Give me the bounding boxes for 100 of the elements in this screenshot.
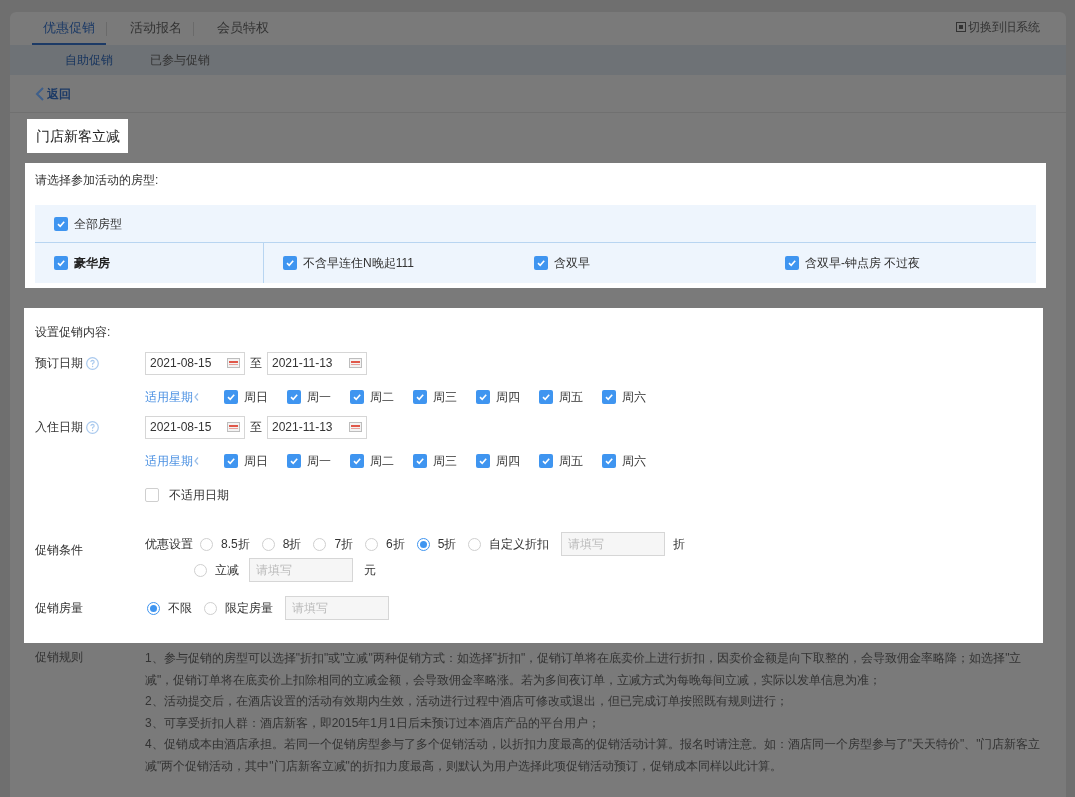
weekday-label: 周四 xyxy=(496,453,520,470)
checkbox[interactable] xyxy=(287,454,301,468)
unit-label: 折 xyxy=(673,536,686,553)
check-icon xyxy=(352,392,362,402)
checkbox[interactable] xyxy=(224,454,238,468)
rate-plan-label: 不含早连住N晚起111 xyxy=(303,255,414,272)
rate-plan-label: 含双早-钟点房 不过夜 xyxy=(805,255,921,272)
top-tab[interactable]: 活动报名 xyxy=(119,12,193,45)
checkbox[interactable] xyxy=(413,454,427,468)
checkbox[interactable] xyxy=(476,390,490,404)
checkbox[interactable] xyxy=(350,454,364,468)
radio-button[interactable] xyxy=(313,537,327,551)
section-heading: 设置促销内容: xyxy=(35,324,112,341)
date-field[interactable]: 2021-08-15 xyxy=(145,351,245,375)
sub-tab[interactable]: 自助促销 xyxy=(65,51,113,69)
radio-button[interactable] xyxy=(200,537,213,551)
weekday-label: 周一 xyxy=(307,453,331,470)
option-label: 优惠设置 xyxy=(145,536,193,553)
checkbox[interactable] xyxy=(54,256,68,270)
weekday-toggle[interactable]: 适用星期 xyxy=(145,452,224,470)
field-label: 入住日期 xyxy=(35,419,83,436)
room-name: 豪华房 xyxy=(74,255,110,272)
checkbox[interactable] xyxy=(539,454,553,468)
check-icon xyxy=(478,456,488,466)
checkbox-label: 不适用日期 xyxy=(169,487,229,504)
check-icon xyxy=(289,456,299,466)
checkbox[interactable] xyxy=(413,390,427,404)
radio-button[interactable] xyxy=(365,537,379,551)
weekday-label: 周三 xyxy=(433,453,457,470)
switch-system-link[interactable]: 切换到旧系统 xyxy=(956,12,1040,45)
radio-button[interactable] xyxy=(194,563,207,577)
field-label: 促销条件 xyxy=(35,542,84,559)
check-icon xyxy=(541,456,551,466)
checkbox[interactable] xyxy=(350,390,364,404)
check-icon xyxy=(541,392,551,402)
checkbox[interactable] xyxy=(602,454,616,468)
checkbox[interactable] xyxy=(54,216,68,231)
calendar-icon xyxy=(227,422,240,432)
weekday-label: 周六 xyxy=(622,389,646,406)
checkbox[interactable] xyxy=(145,488,159,502)
field-label: 预订日期 xyxy=(35,355,83,372)
check-icon xyxy=(604,456,614,466)
checkbox[interactable] xyxy=(287,390,301,404)
weekday-label: 周三 xyxy=(433,389,457,406)
check-icon xyxy=(478,392,488,402)
check-icon xyxy=(415,456,425,466)
checkbox[interactable] xyxy=(224,390,238,404)
sub-tab[interactable]: 已参与促销 xyxy=(150,51,210,69)
radio-label: 立减 xyxy=(215,562,239,579)
checkbox[interactable] xyxy=(534,256,548,270)
checkbox[interactable] xyxy=(476,454,490,468)
rule-text: 2、活动提交后，在酒店设置的活动有效期内生效，活动进行过程中酒店可修改或退出，但已完成订单按照既有规则进行； xyxy=(145,693,789,711)
radio-button[interactable] xyxy=(468,537,482,551)
radio-label: 7折 xyxy=(334,536,354,553)
checkbox[interactable] xyxy=(283,256,297,270)
date-field[interactable]: 2021-11-13 xyxy=(267,415,367,439)
check-icon xyxy=(604,392,614,402)
page-title: 门店新客立减 xyxy=(36,126,120,146)
section-prompt: 请选择参加活动的房型: xyxy=(35,172,160,189)
check-icon xyxy=(226,392,236,402)
radio-button[interactable] xyxy=(204,601,217,615)
chevron-left-icon xyxy=(35,86,45,101)
rate-plan-label: 含双早 xyxy=(554,255,590,272)
checkbox[interactable] xyxy=(539,390,553,404)
field-label: 促销房量 xyxy=(35,600,84,617)
check-icon xyxy=(285,258,295,268)
weekday-label: 周四 xyxy=(496,389,520,406)
top-tab[interactable]: 会员特权 xyxy=(206,12,280,45)
calendar-icon xyxy=(349,358,362,368)
date-field[interactable]: 2021-08-15 xyxy=(145,415,245,439)
switch-icon xyxy=(956,22,966,32)
range-separator: 至 xyxy=(250,355,262,372)
radio-label: 6折 xyxy=(386,536,405,553)
check-icon xyxy=(415,392,425,402)
check-icon xyxy=(56,218,66,229)
check-icon xyxy=(352,456,362,466)
chevron-left-icon xyxy=(193,456,200,466)
radio-label: 不限 xyxy=(168,600,192,617)
rule-text: 3、可享受折扣人群：酒店新客，即2015年1月1日后未预订过本酒店产品的平台用户； xyxy=(145,714,601,732)
weekday-label: 周六 xyxy=(622,453,646,470)
date-field[interactable]: 2021-11-13 xyxy=(267,351,367,375)
checkbox[interactable] xyxy=(785,256,799,270)
radio-label: 自定义折扣 xyxy=(489,536,550,553)
radio-button[interactable] xyxy=(261,537,275,551)
weekday-label: 周五 xyxy=(559,389,583,406)
back-link[interactable]: 返回 xyxy=(35,84,71,103)
unit-label: 元 xyxy=(364,562,376,579)
chevron-left-icon xyxy=(193,392,200,402)
weekday-label: 周一 xyxy=(307,389,331,406)
field-label: 促销规则 xyxy=(35,649,84,666)
help-icon[interactable] xyxy=(86,356,99,370)
weekday-label: 周五 xyxy=(559,453,583,470)
check-icon xyxy=(536,258,546,268)
radio-label: 5折 xyxy=(437,536,457,553)
checkbox[interactable] xyxy=(602,390,616,404)
weekday-toggle[interactable]: 适用星期 xyxy=(145,388,224,406)
radio-button[interactable] xyxy=(416,537,430,551)
radio-button[interactable] xyxy=(147,601,160,615)
weekday-label: 周二 xyxy=(370,453,394,470)
help-icon[interactable] xyxy=(86,420,99,434)
